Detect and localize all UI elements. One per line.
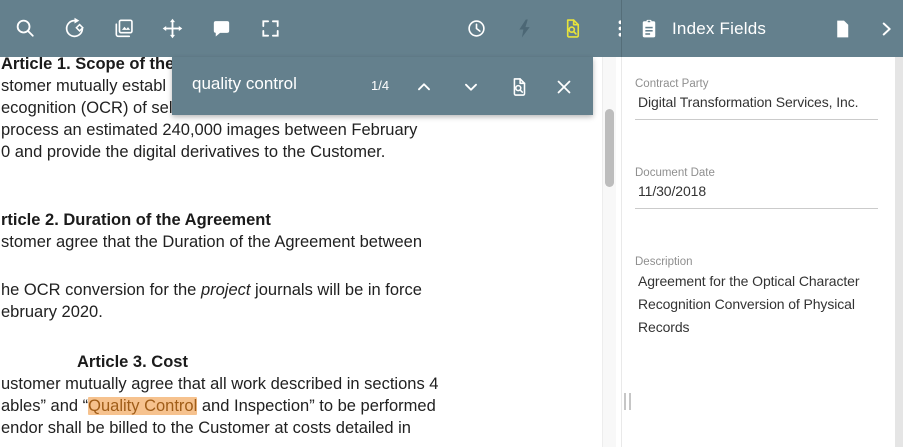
next-match-button[interactable] — [458, 74, 484, 100]
document-viewer[interactable]: Article 1. Scope of thestomer mutually e… — [0, 57, 621, 447]
search-input[interactable]: quality control — [192, 74, 297, 94]
field-label: Contract Party — [635, 78, 889, 90]
panel-scrollbar[interactable] — [895, 57, 903, 447]
doc-line: ustomer mutually agree that all work des… — [1, 373, 621, 395]
page-thumbnails-icon[interactable] — [112, 17, 135, 40]
field-value[interactable]: 11/30/2018 — [635, 183, 889, 199]
document-scrollbar[interactable] — [602, 57, 616, 447]
field-value[interactable]: Agreement for the Optical Character Reco… — [635, 270, 887, 339]
document-page-icon[interactable] — [831, 18, 853, 40]
index-fields-header: Index Fields — [621, 0, 903, 57]
doc-line: 0 and provide the digital derivatives to… — [1, 141, 621, 163]
doc-line: endor shall be billed to the Customer at… — [1, 417, 621, 439]
doc-line: Article 3. Cost — [1, 351, 621, 373]
panel-title: Index Fields — [672, 19, 766, 39]
doc-line: he OCR conversion for the project journa… — [1, 279, 621, 301]
search-in-document-icon[interactable] — [506, 74, 532, 100]
field-contract-party: Contract Party Digital Transformation Se… — [635, 78, 889, 120]
scrollbar-thumb[interactable] — [605, 109, 614, 187]
field-label: Description — [635, 256, 889, 268]
doc-line: stomer agree that the Duration of the Ag… — [1, 231, 621, 253]
search-bar: quality control 1/4 — [172, 57, 593, 115]
clipboard-icon — [638, 18, 660, 40]
search-icon[interactable] — [14, 17, 37, 40]
comment-icon[interactable] — [210, 17, 233, 40]
lightning-icon[interactable] — [513, 17, 536, 40]
search-hit-highlight: Quality Control — [88, 397, 197, 415]
doc-line: ebruary 2020. — [1, 301, 621, 323]
doc-line: process an estimated 240,000 images betw… — [1, 119, 621, 141]
document-viewer-app: Index Fields Article 1. Scope of thestom… — [0, 0, 903, 447]
field-description: Description Agreement for the Optical Ch… — [635, 256, 889, 339]
index-fields-panel: Contract Party Digital Transformation Se… — [621, 57, 903, 447]
history-clock-icon[interactable] — [465, 17, 488, 40]
panel-resize-handle[interactable] — [624, 393, 634, 411]
previous-match-button[interactable] — [411, 74, 437, 100]
doc-line: ables” and “Quality Control and Inspecti… — [1, 395, 621, 417]
doc-line: rticle 2. Duration of the Agreement — [1, 209, 621, 231]
field-document-date: Document Date 11/30/2018 — [635, 167, 889, 209]
pan-icon[interactable] — [161, 17, 184, 40]
field-underline — [635, 208, 878, 209]
fullscreen-icon[interactable] — [259, 17, 282, 40]
field-value[interactable]: Digital Transformation Services, Inc. — [635, 94, 889, 110]
document-search-icon[interactable] — [561, 17, 584, 40]
rotate-icon[interactable] — [63, 17, 86, 40]
field-underline — [635, 119, 878, 120]
close-search-icon[interactable] — [551, 74, 577, 100]
search-match-counter: 1/4 — [371, 78, 389, 93]
field-label: Document Date — [635, 167, 889, 179]
chevron-right-icon[interactable] — [875, 18, 897, 40]
toolbar-right-group — [440, 0, 632, 57]
toolbar-left-group — [0, 0, 282, 57]
